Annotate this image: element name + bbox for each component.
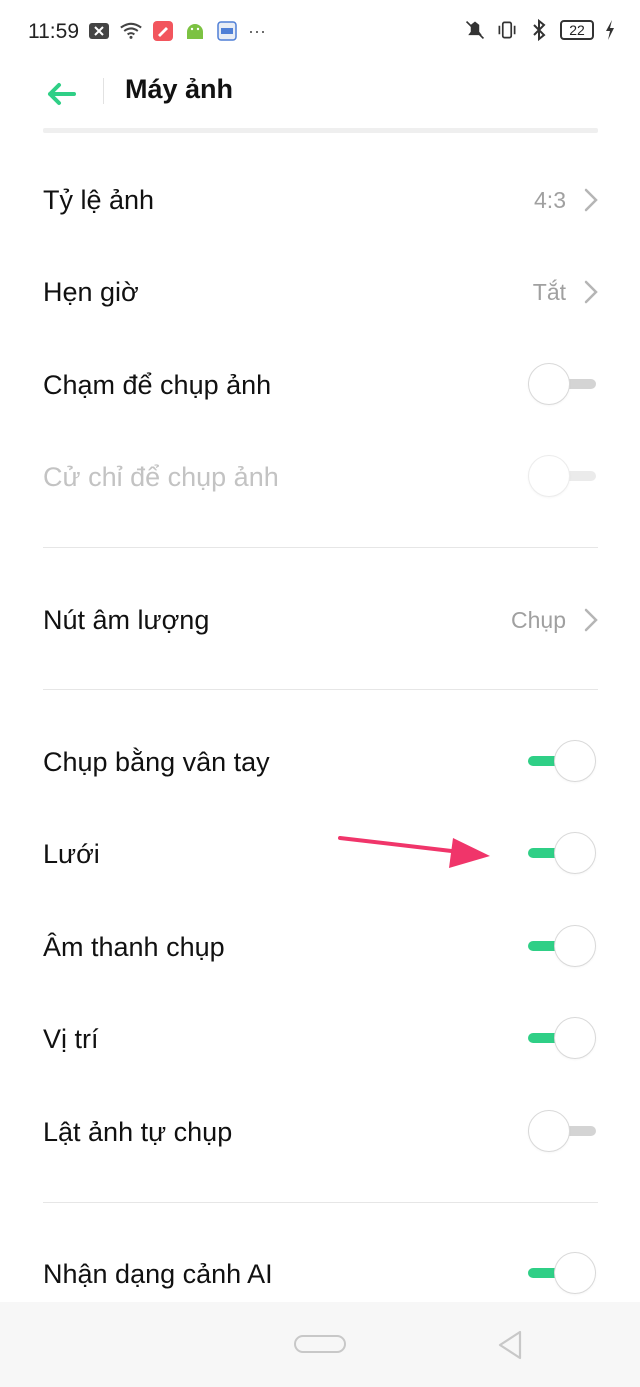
setting-value: 4:3	[534, 186, 566, 213]
setting-grid: Lưới	[43, 809, 598, 899]
status-bar: 11:59 ··· 22	[0, 0, 640, 64]
wifi-icon	[120, 20, 142, 42]
notification-icons: ···	[88, 20, 266, 42]
more-icon: ···	[248, 20, 266, 41]
setting-label: Lưới	[43, 838, 100, 869]
close-box-icon	[88, 20, 110, 42]
section-divider	[43, 1202, 598, 1203]
ai-scene-toggle[interactable]	[528, 1252, 598, 1296]
setting-tap-to-capture: Chạm để chụp ảnh	[43, 340, 598, 430]
setting-label: Chạm để chụp ảnh	[43, 369, 272, 400]
mirror-selfie-toggle[interactable]	[528, 1110, 598, 1154]
setting-volume-button[interactable]: Nút âm lượng Chụp	[43, 575, 598, 665]
status-time: 11:59	[28, 20, 79, 43]
translate-app-icon	[216, 20, 238, 42]
charging-icon	[604, 19, 616, 41]
battery-icon: 22	[560, 20, 594, 40]
setting-label: Âm thanh chụp	[43, 931, 225, 962]
chevron-right-icon	[584, 280, 598, 304]
setting-location: Vị trí	[43, 994, 598, 1084]
chevron-right-icon	[584, 608, 598, 632]
setting-aspect-ratio[interactable]: Tỷ lệ ảnh 4:3	[43, 155, 598, 245]
page-title: Máy ảnh	[125, 74, 234, 104]
app-icon-red	[152, 20, 174, 42]
section-divider	[43, 689, 598, 690]
setting-label: Nút âm lượng	[43, 604, 210, 635]
navigation-bar	[0, 1302, 640, 1387]
setting-timer[interactable]: Hẹn giờ Tắt	[43, 247, 598, 337]
setting-shutter-sound: Âm thanh chụp	[43, 902, 598, 992]
shutter-sound-toggle[interactable]	[528, 925, 598, 969]
setting-label: Cử chỉ để chụp ảnh	[43, 461, 279, 492]
system-icons: 22	[464, 18, 616, 42]
chevron-right-icon	[584, 188, 598, 212]
mute-vibrate-icon	[464, 19, 486, 41]
setting-label: Tỷ lệ ảnh	[43, 184, 155, 215]
header-rule	[43, 128, 598, 133]
setting-label: Nhận dạng cảnh AI	[43, 1258, 273, 1289]
setting-label: Hẹn giờ	[43, 276, 139, 307]
gesture-capture-toggle	[528, 455, 598, 499]
setting-label: Chụp bằng vân tay	[43, 746, 270, 777]
setting-fingerprint-capture: Chụp bằng vân tay	[43, 717, 598, 807]
tap-to-capture-toggle[interactable]	[528, 363, 598, 407]
location-toggle[interactable]	[528, 1017, 598, 1061]
fingerprint-capture-toggle[interactable]	[528, 740, 598, 784]
android-icon	[184, 20, 206, 42]
vibrate-icon	[496, 19, 518, 41]
nav-back-icon[interactable]	[496, 1329, 524, 1361]
home-button[interactable]	[294, 1335, 346, 1353]
section-divider	[43, 547, 598, 548]
setting-mirror-selfie: Lật ảnh tự chụp	[43, 1087, 598, 1177]
bluetooth-icon	[528, 18, 550, 42]
setting-value: Chụp	[511, 606, 566, 633]
back-arrow-icon[interactable]	[44, 76, 80, 112]
grid-toggle[interactable]	[528, 832, 598, 876]
setting-label: Lật ảnh tự chụp	[43, 1116, 233, 1147]
setting-label: Vị trí	[43, 1023, 99, 1054]
setting-value: Tắt	[532, 278, 566, 305]
header-divider	[103, 78, 104, 104]
setting-gesture-capture: Cử chỉ để chụp ảnh	[43, 432, 598, 522]
app-header: Máy ảnh	[0, 64, 640, 130]
